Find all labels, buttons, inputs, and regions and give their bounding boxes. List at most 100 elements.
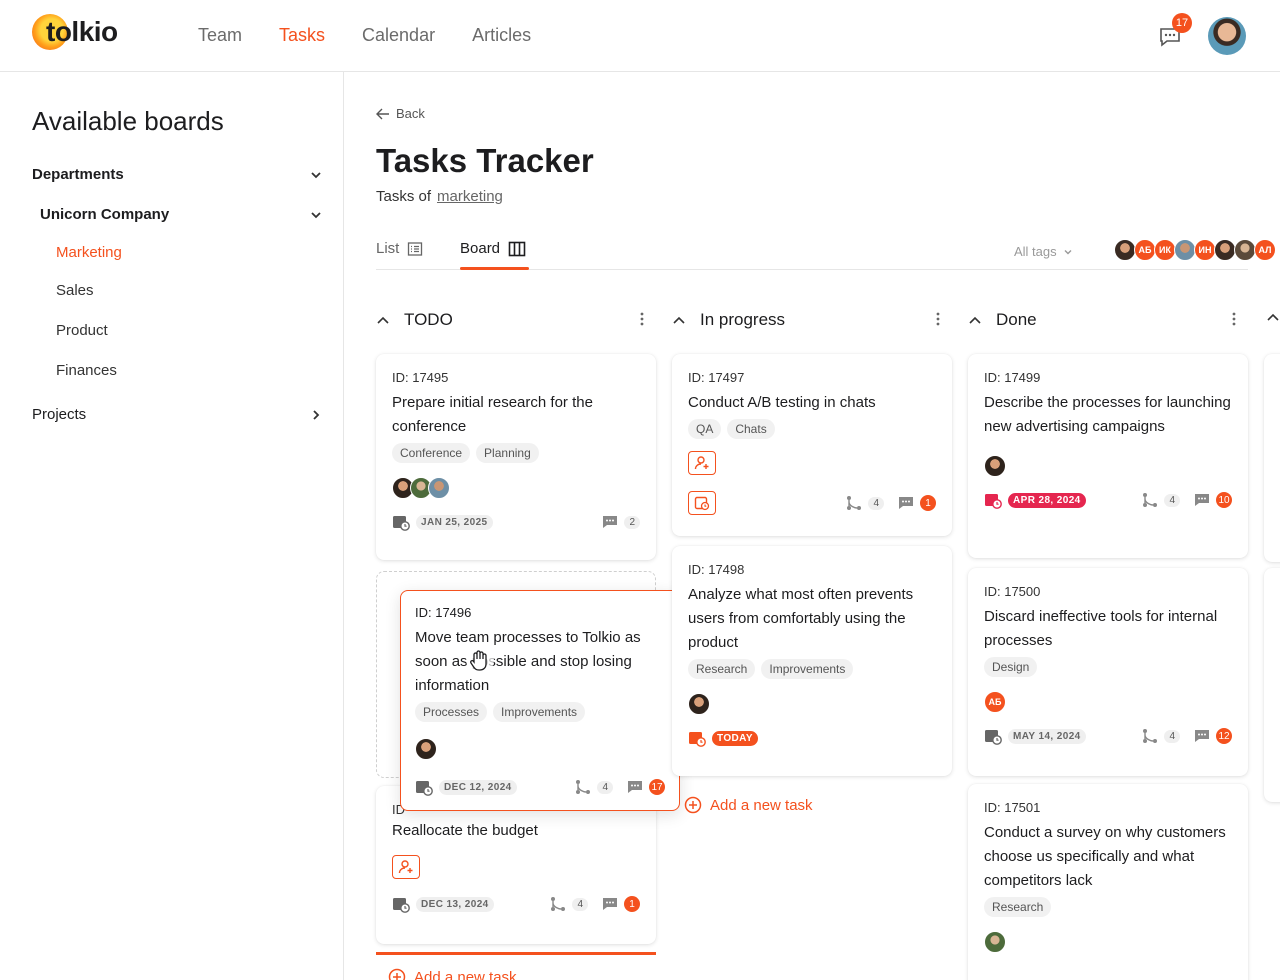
assignees[interactable] [392, 477, 640, 499]
task-id: ID: 17501 [984, 800, 1041, 815]
assignees[interactable] [688, 693, 936, 715]
task-card[interactable]: ID: 17497 Conduct A/B testing in chats Q… [672, 354, 952, 536]
task-id: ID: 17499 [984, 370, 1041, 385]
chevron-down-icon [311, 211, 321, 218]
avatar-initials: ИК [1154, 239, 1176, 261]
set-due-date-button[interactable] [688, 491, 716, 515]
tag[interactable]: Processes [415, 702, 488, 722]
assignees[interactable] [984, 455, 1232, 477]
assignees[interactable] [984, 931, 1232, 953]
view-tabs: List Board All tags АБ ИК ИН АЛ [376, 232, 1276, 270]
tag[interactable]: Conference [392, 443, 471, 463]
task-card[interactable]: ID: 17495 Prepare initial research for t… [376, 354, 656, 560]
comment-icon[interactable] [1194, 493, 1210, 507]
assignees[interactable]: АБ [984, 691, 1232, 713]
subtasks-icon[interactable] [846, 495, 862, 511]
comment-icon[interactable] [898, 496, 914, 510]
due-date[interactable]: TODAY [688, 729, 758, 747]
nav-tasks[interactable]: Tasks [279, 25, 325, 46]
more-icon[interactable] [936, 312, 940, 326]
card-meta: 4 12 [1142, 728, 1232, 744]
sidebar-departments[interactable]: Departments [32, 166, 322, 183]
due-date[interactable]: MAY 14, 2024 [984, 727, 1086, 745]
subtasks-icon[interactable] [1142, 728, 1158, 744]
tag[interactable]: Planning [476, 443, 539, 463]
task-card-partial[interactable] [1264, 568, 1280, 802]
add-task-button[interactable]: Add a new task [388, 968, 517, 980]
assignees[interactable] [415, 738, 665, 760]
task-title: Discard ineffective tools for internal p… [984, 608, 1218, 649]
tag[interactable]: QA [688, 419, 722, 439]
task-card-partial[interactable] [1264, 354, 1280, 562]
date-label: APR 28, 2024 [1008, 492, 1086, 508]
subtasks-icon[interactable] [550, 896, 566, 912]
nav-calendar[interactable]: Calendar [362, 25, 435, 46]
tag[interactable]: Research [688, 659, 756, 679]
top-bar: tolkio Team Tasks Calendar Articles 17 [0, 0, 1280, 72]
tag[interactable]: Research [984, 897, 1052, 917]
tag[interactable]: Design [984, 657, 1038, 677]
task-card[interactable]: ID: 17500 Discard ineffective tools for … [968, 568, 1248, 776]
avatar [1114, 239, 1136, 261]
nav-articles[interactable]: Articles [472, 25, 531, 46]
comments[interactable]: 2 [602, 515, 640, 529]
more-icon[interactable] [1232, 312, 1236, 326]
user-avatar[interactable] [1208, 17, 1246, 55]
sidebar-item-marketing[interactable]: Marketing [56, 244, 122, 261]
team-avatars[interactable]: АБ ИК ИН АЛ [1114, 239, 1276, 261]
chevron-up-icon[interactable] [672, 315, 686, 325]
tab-board[interactable]: Board [460, 240, 526, 257]
plus-circle-icon [684, 796, 702, 814]
due-date[interactable]: DEC 12, 2024 [415, 778, 517, 796]
main-content: Back Tasks Tracker Tasks of marketing Lis… [344, 72, 1280, 980]
list-view-icon [408, 241, 423, 256]
sidebar-title: Available boards [32, 106, 224, 136]
add-task-button[interactable]: Add a new task [684, 796, 813, 814]
chevron-up-icon[interactable] [1266, 312, 1280, 322]
tab-list[interactable]: List [376, 240, 423, 257]
chevron-up-icon[interactable] [376, 315, 390, 325]
due-date[interactable]: DEC 13, 2024 [392, 895, 494, 913]
sidebar-item-finances[interactable]: Finances [56, 362, 117, 379]
task-card[interactable]: ID: 17499 Describe the processes for lau… [968, 354, 1248, 558]
subtask-count: 4 [597, 780, 613, 794]
task-tags: Research [984, 897, 1232, 917]
tag[interactable]: Improvements [761, 659, 854, 679]
comment-icon[interactable] [1194, 729, 1210, 743]
card-footer: APR 28, 2024 4 10 [984, 491, 1232, 509]
subtasks-icon[interactable] [575, 779, 591, 795]
task-id: ID: 17500 [984, 584, 1041, 599]
sidebar-company[interactable]: Unicorn Company [40, 206, 322, 223]
sidebar-item-product[interactable]: Product [56, 322, 108, 339]
comment-icon[interactable] [627, 780, 643, 794]
more-icon[interactable] [640, 312, 644, 326]
card-meta: 4 1 [846, 495, 936, 511]
assign-user-button[interactable] [688, 451, 716, 475]
dragged-task-card[interactable]: ID: 17496 Move team processes to Tolkio … [400, 590, 680, 811]
avatar [1174, 239, 1196, 261]
tolkio-logo[interactable]: tolkio [32, 12, 118, 52]
nav-team[interactable]: Team [198, 25, 242, 46]
due-date[interactable]: JAN 25, 2025 [392, 513, 493, 531]
task-card[interactable]: ID: 17498 Analyze what most often preven… [672, 546, 952, 776]
sidebar-projects[interactable]: Projects [32, 406, 322, 423]
comment-icon[interactable] [602, 897, 618, 911]
add-task-label: Add a new task [710, 796, 813, 814]
assign-user-button[interactable] [392, 855, 420, 879]
sidebar-item-sales[interactable]: Sales [56, 282, 94, 299]
due-date[interactable]: APR 28, 2024 [984, 491, 1086, 509]
chevron-right-icon [313, 409, 320, 420]
date-label: MAY 14, 2024 [1008, 728, 1086, 744]
avatar [984, 931, 1006, 953]
subtasks-icon[interactable] [1142, 492, 1158, 508]
tag[interactable]: Improvements [493, 702, 586, 722]
department-link[interactable]: marketing [437, 188, 503, 205]
tag[interactable]: Chats [727, 419, 775, 439]
chevron-up-icon[interactable] [968, 315, 982, 325]
tags-filter[interactable]: All tags [1014, 244, 1073, 259]
card-footer: DEC 13, 2024 4 1 [392, 895, 640, 913]
task-card[interactable]: ID: 17501 Conduct a survey on why custom… [968, 784, 1248, 980]
comment-count: 10 [1216, 492, 1232, 508]
back-link[interactable]: Back [376, 106, 425, 121]
avatar-initials: ИН [1194, 239, 1216, 261]
